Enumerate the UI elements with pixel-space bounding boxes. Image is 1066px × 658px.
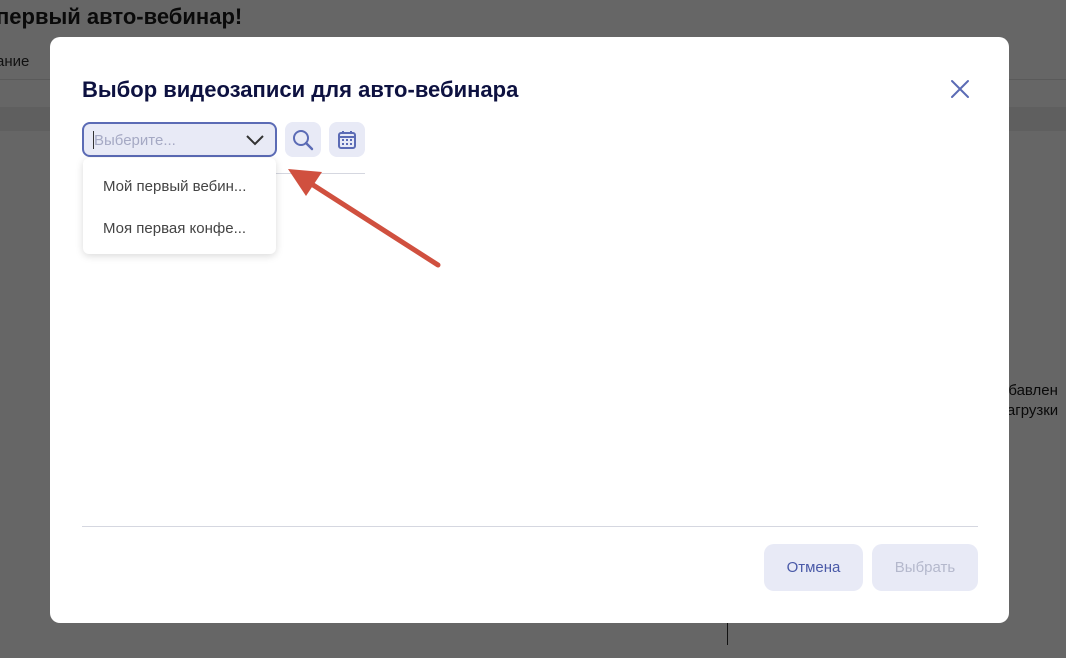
video-select-dialog: Выбор видеозаписи для авто-вебинара Выбе… xyxy=(50,37,1009,623)
cancel-button[interactable]: Отмена xyxy=(764,544,863,591)
dialog-title: Выбор видеозаписи для авто-вебинара xyxy=(82,77,519,102)
page-title: первый авто-вебинар! xyxy=(0,4,243,29)
choose-button[interactable]: Выбрать xyxy=(872,544,978,591)
page-tab: ание xyxy=(0,53,30,70)
divider xyxy=(727,623,728,645)
search-icon xyxy=(293,129,314,150)
select-dropdown: Мой первый вебин... Моя первая конфе... xyxy=(83,158,276,254)
calendar-button[interactable] xyxy=(329,122,365,157)
close-button[interactable] xyxy=(948,77,972,101)
search-button[interactable] xyxy=(285,122,321,157)
footer-divider xyxy=(82,526,978,527)
video-select[interactable]: Выберите... xyxy=(82,122,277,157)
dropdown-option[interactable]: Мой первый вебин... xyxy=(103,178,246,195)
divider xyxy=(276,173,365,174)
calendar-icon xyxy=(338,130,356,149)
close-icon xyxy=(951,80,969,98)
chevron-down-icon xyxy=(246,135,264,146)
select-placeholder: Выберите... xyxy=(94,132,176,149)
dropdown-option[interactable]: Моя первая конфе... xyxy=(103,220,246,237)
